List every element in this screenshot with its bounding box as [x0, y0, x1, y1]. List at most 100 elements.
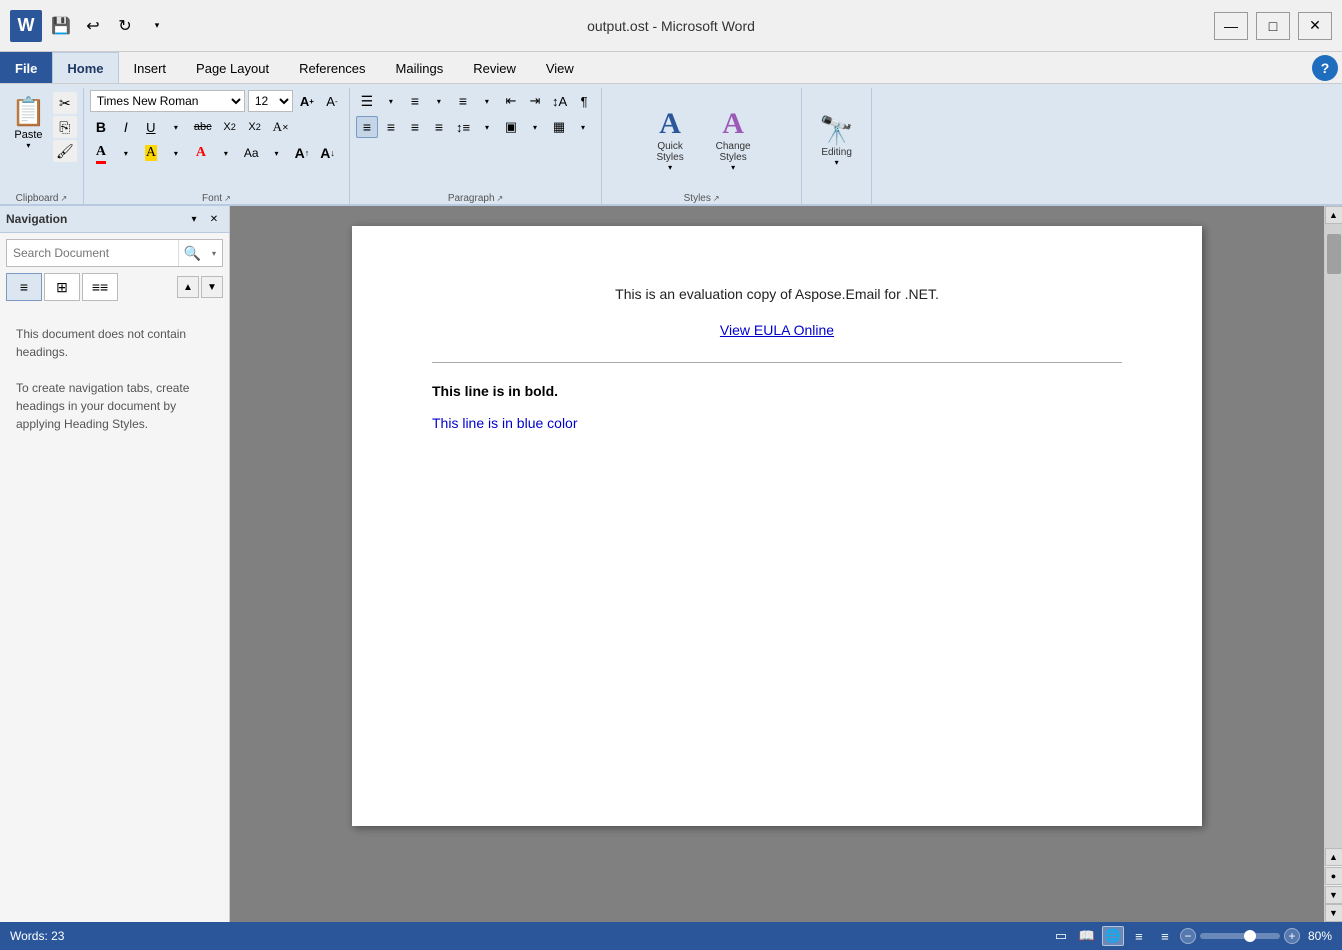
scroll-up-btn[interactable]: ▲ — [1325, 206, 1342, 224]
superscript-button[interactable]: X2 — [244, 116, 266, 138]
print-layout-btn[interactable]: ▭ — [1050, 926, 1072, 946]
editing-button[interactable]: 🔭 Editing ▾ — [810, 109, 863, 172]
change-styles-button[interactable]: A ChangeStyles ▾ — [706, 104, 761, 177]
eula-link[interactable]: View EULA Online — [432, 322, 1122, 338]
shrink-font-button[interactable]: A- — [321, 90, 343, 112]
qat-dropdown-button[interactable]: ▾ — [144, 13, 170, 39]
font-grow-big-button[interactable]: A↑ — [291, 142, 314, 164]
multilevel-button[interactable]: ≡ — [452, 90, 474, 112]
draft-btn[interactable]: ≡ — [1154, 926, 1176, 946]
tab-mailings[interactable]: Mailings — [381, 52, 459, 83]
scroll-thumb[interactable] — [1327, 234, 1341, 274]
bullets-dropdown[interactable]: ▾ — [380, 90, 402, 112]
nav-pane-close-btn[interactable]: ✕ — [205, 210, 223, 228]
tab-page-layout[interactable]: Page Layout — [181, 52, 284, 83]
redo-button[interactable]: ↻ — [112, 13, 138, 39]
font-shrink-big-button[interactable]: A↓ — [316, 142, 339, 164]
undo-button[interactable]: ↩ — [80, 13, 106, 39]
tab-references[interactable]: References — [284, 52, 380, 83]
copy-button[interactable]: ⎘ — [53, 116, 77, 138]
paste-dropdown[interactable]: ▾ — [26, 141, 30, 150]
format-painter-button[interactable]: 🖌 — [53, 140, 77, 162]
borders-dropdown[interactable]: ▾ — [572, 116, 594, 138]
web-layout-btn[interactable]: 🌐 — [1102, 926, 1124, 946]
zoom-plus-btn[interactable]: + — [1284, 928, 1300, 944]
align-right-button[interactable]: ≡ — [404, 116, 426, 138]
font-row1: Times New Roman 12 A+ A- — [90, 90, 343, 112]
tab-insert[interactable]: Insert — [119, 52, 182, 83]
styles-expand-icon[interactable]: ↗ — [713, 194, 720, 203]
bold-button[interactable]: B — [90, 116, 112, 138]
zoom-minus-btn[interactable]: − — [1180, 928, 1196, 944]
scroll-down-btn[interactable]: ▼ — [1325, 904, 1342, 922]
font-color-dropdown[interactable]: ▾ — [115, 142, 137, 164]
document-area[interactable]: This is an evaluation copy of Aspose.Ema… — [230, 206, 1324, 922]
decrease-indent-button[interactable]: ⇤ — [500, 90, 522, 112]
clear-formatting-button[interactable]: A✕ — [269, 116, 293, 138]
cut-button[interactable]: ✂ — [53, 92, 77, 114]
highlight-color-button[interactable]: A — [140, 142, 162, 164]
close-button[interactable]: ✕ — [1298, 12, 1332, 40]
multilevel-dropdown[interactable]: ▾ — [476, 90, 498, 112]
maximize-button[interactable]: □ — [1256, 12, 1290, 40]
scroll-select-browse-btn[interactable]: ● — [1325, 867, 1342, 885]
shading-dropdown[interactable]: ▾ — [524, 116, 546, 138]
highlight-dropdown[interactable]: ▾ — [165, 142, 187, 164]
paste-button[interactable]: 📋 Paste ▾ — [6, 90, 51, 155]
zoom-thumb[interactable] — [1244, 930, 1256, 942]
nav-search-dropdown[interactable]: ▾ — [206, 240, 222, 266]
grow-font-button[interactable]: A+ — [296, 90, 318, 112]
numbering-dropdown[interactable]: ▾ — [428, 90, 450, 112]
scroll-prev-page-btn[interactable]: ▲ — [1325, 848, 1342, 866]
full-reading-btn[interactable]: 📖 — [1076, 926, 1098, 946]
nav-headings-btn[interactable]: ≡ — [6, 273, 42, 301]
nav-results-btn[interactable]: ≡≡ — [82, 273, 118, 301]
quick-styles-button[interactable]: A QuickStyles ▾ — [643, 104, 698, 177]
nav-search-btn[interactable]: 🔍 — [178, 240, 206, 266]
navigation-pane: Navigation ▾ ✕ 🔍 ▾ ≡ ⊞ ≡≡ ▲ ▼ This do — [0, 206, 230, 922]
paragraph-expand-icon[interactable]: ↗ — [497, 194, 504, 203]
scroll-next-page-btn[interactable]: ▼ — [1325, 886, 1342, 904]
text-color-button[interactable]: A — [190, 142, 212, 164]
align-left-button[interactable]: ≡ — [356, 116, 378, 138]
font-expand-icon[interactable]: ↗ — [224, 194, 231, 203]
text-color-dropdown[interactable]: ▾ — [215, 142, 237, 164]
nav-prev-btn[interactable]: ▲ — [177, 276, 199, 298]
borders-button[interactable]: ▦ — [548, 116, 570, 138]
font-color-button[interactable]: A — [90, 142, 112, 164]
underline-button[interactable]: U — [140, 116, 162, 138]
change-case-button[interactable]: Aa — [240, 142, 263, 164]
zoom-track[interactable] — [1200, 933, 1280, 939]
line-spacing-button[interactable]: ↕≡ — [452, 116, 474, 138]
change-case-dropdown[interactable]: ▾ — [266, 142, 288, 164]
show-marks-button[interactable]: ¶ — [573, 90, 595, 112]
nav-search-input[interactable] — [7, 246, 178, 260]
tab-file[interactable]: File — [0, 52, 52, 83]
nav-next-btn[interactable]: ▼ — [201, 276, 223, 298]
tab-view[interactable]: View — [531, 52, 589, 83]
italic-button[interactable]: I — [115, 116, 137, 138]
line-spacing-dropdown[interactable]: ▾ — [476, 116, 498, 138]
justify-button[interactable]: ≡ — [428, 116, 450, 138]
sort-button[interactable]: ↕A — [548, 90, 571, 112]
underline-dropdown[interactable]: ▾ — [165, 116, 187, 138]
increase-indent-button[interactable]: ⇥ — [524, 90, 546, 112]
minimize-button[interactable]: — — [1214, 12, 1248, 40]
help-button[interactable]: ? — [1312, 55, 1338, 81]
clipboard-expand-icon[interactable]: ↗ — [60, 194, 67, 203]
strikethrough-button[interactable]: abc — [190, 116, 216, 138]
numbering-button[interactable]: ≡ — [404, 90, 426, 112]
tab-home[interactable]: Home — [52, 52, 118, 83]
font-name-select[interactable]: Times New Roman — [90, 90, 245, 112]
scroll-track[interactable] — [1325, 224, 1342, 848]
tab-review[interactable]: Review — [458, 52, 531, 83]
subscript-button[interactable]: X2 — [219, 116, 241, 138]
nav-pages-btn[interactable]: ⊞ — [44, 273, 80, 301]
outline-btn[interactable]: ≡ — [1128, 926, 1150, 946]
align-center-button[interactable]: ≡ — [380, 116, 402, 138]
nav-pane-dropdown-btn[interactable]: ▾ — [185, 210, 203, 228]
save-button[interactable]: 💾 — [48, 13, 74, 39]
font-size-select[interactable]: 12 — [248, 90, 293, 112]
bullets-button[interactable]: ☰ — [356, 90, 378, 112]
shading-button[interactable]: ▣ — [500, 116, 522, 138]
